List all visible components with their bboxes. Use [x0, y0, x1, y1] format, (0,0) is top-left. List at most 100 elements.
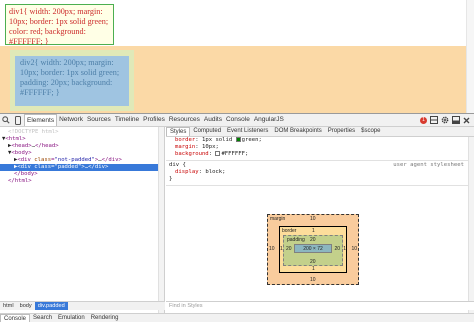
tab-profiles[interactable]: Profiles: [141, 114, 167, 126]
tab-properties[interactable]: Properties: [325, 127, 358, 136]
padding-left-value[interactable]: 20: [286, 246, 292, 252]
css-property-name[interactable]: border: [175, 137, 195, 143]
padding-bottom-value[interactable]: 20: [310, 259, 316, 265]
tree-line-html[interactable]: ▼<html>: [0, 136, 164, 143]
drawer-tab-rendering[interactable]: Rendering: [88, 314, 122, 322]
tag-name: html: [8, 136, 23, 142]
breadcrumb-body[interactable]: body: [17, 302, 35, 310]
tag-name: body: [20, 171, 35, 177]
tab-audits[interactable]: Audits: [202, 114, 224, 126]
elements-scrollbar[interactable]: [158, 127, 164, 313]
attr-name: class: [34, 157, 52, 163]
css-property-value[interactable]: 1px solid: [202, 137, 232, 143]
page-scrollbar[interactable]: [466, 0, 474, 113]
css-property-value[interactable]: #FFFFFF;: [221, 151, 248, 157]
gear-icon[interactable]: [440, 116, 449, 125]
elements-tree[interactable]: <!DOCTYPE html> ▼<html> ▶<head>…</head> …: [0, 127, 165, 313]
tree-line-body-close[interactable]: </body>: [0, 171, 164, 178]
div1-line: color: red; background:: [9, 27, 86, 36]
tag-name: html: [14, 178, 29, 184]
tag-name: div: [20, 157, 31, 163]
stylesheet-origin: user agent stylesheet: [393, 162, 464, 168]
div1-line: div1{ width: 200px; margin:: [9, 7, 103, 16]
css-property-name[interactable]: background: [175, 151, 209, 157]
tab-timeline[interactable]: Timeline: [113, 114, 141, 126]
css-selector[interactable]: div {: [169, 162, 186, 168]
drawer-tab-emulation[interactable]: Emulation: [55, 314, 88, 322]
tag-name: div: [108, 157, 119, 163]
rule-divider: [166, 185, 474, 186]
tab-dom-breakpoints[interactable]: DOM Breakpoints: [271, 127, 324, 136]
padding-label: padding: [287, 237, 305, 243]
css-property-name[interactable]: display: [175, 169, 199, 175]
div2-line: padding: 20px; background:: [20, 78, 113, 87]
css-rule-header: div { user agent stylesheet: [169, 162, 474, 169]
tree-line-div-padded[interactable]: ▶<div class="padded">…</div>: [0, 164, 164, 171]
css-property-value[interactable]: 10px;: [202, 144, 219, 150]
tab-console[interactable]: Console: [224, 114, 252, 126]
tree-line-head[interactable]: ▶<head>…</head>: [0, 143, 164, 150]
search-icon[interactable]: [0, 114, 12, 126]
border-right-value[interactable]: 1: [343, 246, 346, 252]
padding-right-value[interactable]: 20: [334, 246, 340, 252]
tree-line-doctype[interactable]: <!DOCTYPE html>: [0, 129, 164, 136]
css-property-row[interactable]: background: #FFFFFF;: [169, 151, 474, 158]
margin-bottom-value[interactable]: 10: [310, 277, 316, 283]
styles-scrollbar[interactable]: [468, 137, 474, 313]
dock-icon[interactable]: [451, 116, 460, 125]
div1-box: div1{ width: 200px; margin: 10px; border…: [5, 4, 114, 46]
tree-line-div-not-padded[interactable]: ▶<div class="not-padded">…</div>: [0, 157, 164, 164]
css-property-value[interactable]: green;: [242, 137, 262, 143]
css-property-row[interactable]: border: 1px solid green;: [169, 137, 474, 144]
tree-line-html-close[interactable]: </html>: [0, 178, 164, 185]
tab-network[interactable]: Network: [57, 114, 85, 126]
div1-line: #FFFFFF; }: [9, 37, 49, 46]
tab-scope[interactable]: $scope: [358, 127, 383, 136]
box-model-content[interactable]: 200 × 72: [294, 244, 332, 253]
styles-sidebar: Styles Computed Event Listeners DOM Brea…: [166, 127, 474, 313]
close-icon[interactable]: [462, 116, 471, 125]
div2-box: div2{ width: 200px; margin: 10px; border…: [15, 56, 129, 106]
margin-top-value[interactable]: 10: [310, 216, 316, 222]
attr-value: "not-padded": [54, 157, 95, 163]
tree-line-body[interactable]: ▼<body>: [0, 150, 164, 157]
breadcrumb-html[interactable]: html: [0, 302, 17, 310]
rule-divider: [166, 160, 474, 161]
attr-name: class: [34, 164, 52, 170]
css-property-name[interactable]: margin: [175, 144, 195, 150]
attr-value: "padded": [54, 164, 82, 170]
breadcrumb-div-padded[interactable]: div.padded: [34, 302, 68, 310]
drawer-tab-search[interactable]: Search: [30, 314, 55, 322]
tag-name: div: [94, 164, 106, 170]
tab-resources[interactable]: Resources: [167, 114, 202, 126]
css-property-row[interactable]: display: block;: [169, 169, 474, 176]
error-badge[interactable]: 1: [420, 116, 427, 124]
styles-body: border: 1px solid green; margin: 10px; b…: [166, 137, 474, 186]
tab-styles[interactable]: Styles: [166, 127, 191, 136]
border-bottom-value[interactable]: 1: [312, 266, 315, 272]
div2-line: div2{ width: 200px; margin:: [20, 58, 114, 67]
tab-computed[interactable]: Computed: [190, 127, 224, 136]
toolbar-right-controls: 1: [420, 116, 474, 125]
breadcrumb: html body div.padded: [0, 301, 165, 310]
css-property-row[interactable]: margin: 10px;: [169, 144, 474, 151]
console-drawer-icon[interactable]: [429, 116, 438, 125]
color-swatch-icon[interactable]: [215, 151, 221, 156]
device-mode-icon[interactable]: [12, 114, 24, 126]
margin-right-value[interactable]: 10: [351, 246, 357, 252]
tab-angularjs[interactable]: AngularJS: [252, 114, 286, 126]
div2-line: #FFFFFF; }: [20, 88, 60, 97]
find-in-styles-input[interactable]: Find in Styles: [166, 301, 474, 310]
margin-left-value[interactable]: 10: [269, 246, 275, 252]
tag-name: head: [14, 143, 29, 149]
padding-top-value[interactable]: 20: [310, 237, 316, 243]
color-swatch-icon[interactable]: [235, 137, 241, 142]
div1-line: 10px; border: 1px solid green;: [9, 17, 109, 26]
css-property-value[interactable]: block;: [205, 169, 225, 175]
tab-elements[interactable]: Elements: [24, 114, 58, 126]
tab-event-listeners[interactable]: Event Listeners: [224, 127, 271, 136]
border-top-value[interactable]: 1: [312, 228, 315, 234]
drawer-tab-console[interactable]: Console: [0, 314, 31, 322]
tab-sources[interactable]: Sources: [85, 114, 113, 126]
css-rule-close: }: [169, 176, 173, 182]
